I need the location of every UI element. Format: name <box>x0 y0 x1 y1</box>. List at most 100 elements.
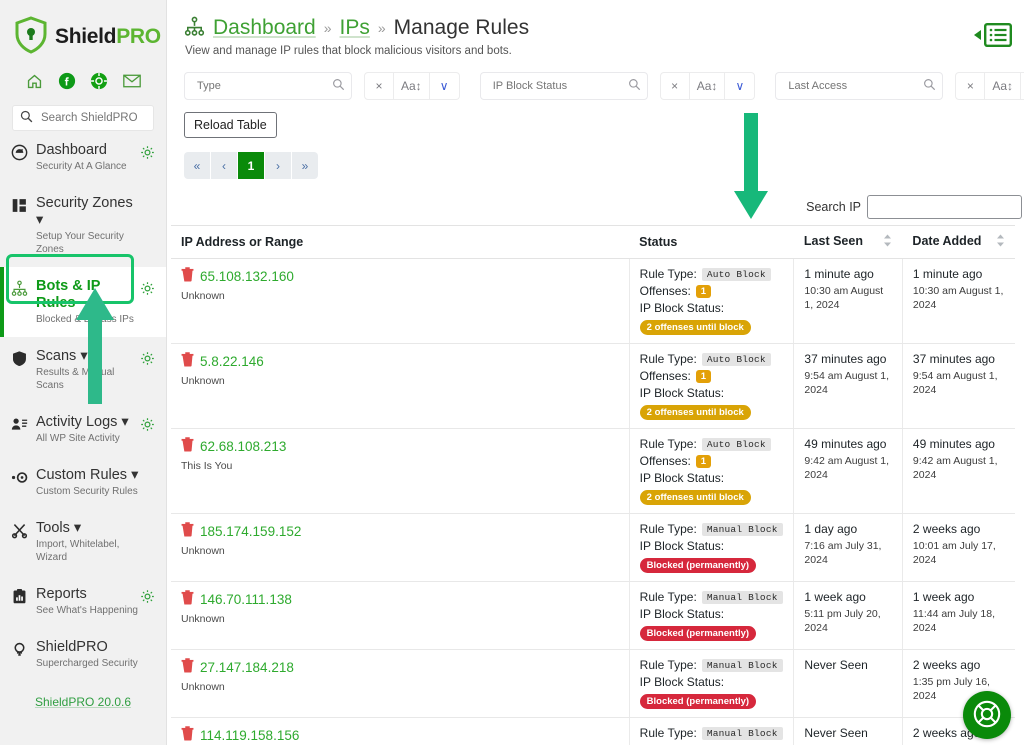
page-subtitle: View and manage IP rules that block mali… <box>185 45 512 57</box>
sidebar-item-sub: Results & Manual Scans <box>36 367 115 391</box>
ip-address[interactable]: 5.8.22.146 <box>200 354 264 369</box>
delete-icon[interactable] <box>181 590 194 608</box>
delete-icon[interactable] <box>181 437 194 455</box>
breadcrumb-item-ips[interactable]: IPs <box>340 16 370 40</box>
delete-icon[interactable] <box>181 522 194 540</box>
rule-type-line: Rule Type: Manual Block <box>640 726 784 743</box>
table-row[interactable]: 146.70.111.138 Unknown Rule Type: Manual Bl… <box>171 581 1015 650</box>
delete-icon[interactable] <box>181 352 194 370</box>
cell-last-seen: Never Seen <box>793 717 903 745</box>
expand-filter-button[interactable]: ∨ <box>429 72 460 100</box>
search-icon[interactable] <box>332 78 345 94</box>
list-panel-toggle-icon[interactable] <box>971 23 1012 47</box>
facebook-icon[interactable] <box>57 71 77 91</box>
date-added-relative: 49 minutes ago <box>912 437 995 451</box>
last-access-filter-field[interactable] <box>775 72 944 100</box>
delete-icon[interactable] <box>181 658 194 676</box>
sidebar-item-activity-logs[interactable]: Activity Logs ▾ All WP Site Activity <box>0 403 166 456</box>
table-row[interactable]: 5.8.22.146 Unknown Rule Type: Auto Block Off… <box>171 343 1015 429</box>
rule-type-label: Rule Type: <box>639 590 697 604</box>
breadcrumb-item-dashboard[interactable]: Dashboard <box>213 16 316 40</box>
sort-filter-button[interactable]: Aa↕ <box>985 72 1022 100</box>
type-filter-input[interactable] <box>195 79 332 93</box>
sidebar-item-bots-ip-rules[interactable]: Bots & IP Rules Blocked & Bypass IPs <box>0 267 166 337</box>
pagination-next[interactable]: › <box>265 152 291 179</box>
ip-block-status-filter-input[interactable] <box>490 79 628 93</box>
rule-type-label: Rule Type: <box>639 352 697 366</box>
expand-filter-button[interactable]: ∨ <box>725 72 756 100</box>
ip-address[interactable]: 146.70.111.138 <box>200 592 292 607</box>
cell-date-added: 49 minutes ago 9:42 am August 1, 2024 <box>901 428 1015 514</box>
table-row[interactable]: 114.119.158.156Unknown Rule Type: Manual B… <box>171 717 1015 745</box>
help-button[interactable] <box>963 691 1011 739</box>
shield-icon <box>11 348 33 370</box>
breadcrumb-item-current: Manage Rules <box>393 16 530 39</box>
sidebar-item-security-zones[interactable]: Security Zones ▾ Setup Your Security Zon… <box>0 184 166 267</box>
pagination-prev[interactable]: ‹ <box>211 152 237 179</box>
last-seen-relative: Never Seen <box>804 658 868 672</box>
delete-icon[interactable] <box>181 726 194 744</box>
last-seen-relative: 1 week ago <box>804 590 866 604</box>
envelope-icon[interactable] <box>122 71 142 91</box>
search-icon[interactable] <box>923 78 936 94</box>
sidebar-search[interactable] <box>12 105 154 131</box>
block-status-label: IP Block Status: <box>639 386 725 400</box>
ip-address[interactable]: 114.119.158.156 <box>200 728 299 743</box>
search-icon <box>20 110 33 126</box>
home-icon[interactable] <box>24 71 44 91</box>
pagination-first[interactable]: « <box>184 152 210 179</box>
sidebar-item-title: Bots & IP Rules <box>36 278 101 311</box>
pagination-page-1[interactable]: 1 <box>238 152 264 179</box>
sidebar-item-tools[interactable]: Tools ▾ Import, Whitelabel, Wizard <box>0 509 166 575</box>
scissors-icon <box>11 520 33 542</box>
ip-note: Unknown <box>181 375 225 387</box>
reload-table-button[interactable]: Reload Table <box>184 112 277 138</box>
cell-status: Rule Type: Auto Block Offenses: 1 IP Block S… <box>628 258 794 344</box>
cell-ip: 27.147.184.218 Unknown <box>171 649 630 718</box>
lifebuoy-icon[interactable] <box>89 71 109 91</box>
gear-icon[interactable] <box>140 348 158 369</box>
search-icon[interactable] <box>628 78 641 94</box>
gear-icon[interactable] <box>140 278 158 299</box>
pagination-last[interactable]: » <box>292 152 318 179</box>
sidebar-item-sub: All WP Site Activity <box>36 433 120 444</box>
search-ip-input[interactable] <box>867 195 1022 219</box>
sidebar-item-scans[interactable]: Scans ▾ Results & Manual Scans <box>0 337 166 403</box>
clear-filter-button[interactable]: × <box>364 72 394 100</box>
ip-address[interactable]: 185.174.159.152 <box>200 524 301 539</box>
sidebar-item-shieldpro[interactable]: ShieldPRO Supercharged Security <box>0 628 166 681</box>
brand-logo[interactable]: ShieldPRO <box>0 0 166 57</box>
sidebar-item-reports[interactable]: Reports See What's Happening <box>0 575 166 628</box>
sidebar-item-custom-rules[interactable]: Custom Rules ▾ Custom Security Rules <box>0 456 166 509</box>
sort-filter-button[interactable]: Aa↕ <box>689 72 726 100</box>
sort-arrows-icon[interactable] <box>996 234 1005 250</box>
sidebar-item-dashboard[interactable]: Dashboard Security At A Glance <box>0 131 166 184</box>
brand-name: ShieldPRO <box>55 25 161 49</box>
ip-address[interactable]: 62.68.108.213 <box>200 439 286 454</box>
table-row[interactable]: 27.147.184.218 Unknown Rule Type: Manual Bl… <box>171 649 1015 718</box>
sort-filter-button[interactable]: Aa↕ <box>394 72 430 100</box>
clear-filter-button[interactable]: × <box>955 72 986 100</box>
ip-block-status-filter-field[interactable] <box>479 72 648 100</box>
gear-icon[interactable] <box>140 586 158 607</box>
sidebar-item-sub: Import, Whitelabel, Wizard <box>36 539 120 563</box>
search-input[interactable] <box>39 111 146 125</box>
sidebar-item-text: ShieldPRO Supercharged Security <box>33 639 140 670</box>
gear-icon[interactable] <box>140 414 158 435</box>
search-ip-label: Search IP <box>806 200 861 214</box>
gear-icon[interactable] <box>140 142 158 163</box>
clear-filter-button[interactable]: × <box>659 72 690 100</box>
delete-icon[interactable] <box>181 267 194 285</box>
ip-address[interactable]: 27.147.184.218 <box>200 660 294 675</box>
last-access-filter-input[interactable] <box>786 79 924 93</box>
table-row[interactable]: 185.174.159.152 Unknown Rule Type: Manual B… <box>171 513 1015 582</box>
ip-address[interactable]: 65.108.132.160 <box>200 269 294 284</box>
version-label[interactable]: ShieldPRO 20.0.6 <box>0 681 166 709</box>
cell-date-added: 1 minute ago 10:30 am August 1, 2024 <box>901 258 1015 344</box>
column-header-last-seen[interactable]: Last Seen <box>793 225 903 259</box>
table-row[interactable]: 62.68.108.213 This Is You Rule Type: Auto B… <box>171 428 1015 514</box>
sort-arrows-icon[interactable] <box>883 234 892 250</box>
column-header-date-added[interactable]: Date Added <box>902 225 1015 259</box>
table-row[interactable]: 65.108.132.160 Unknown Rule Type: Auto Bloc… <box>171 258 1015 344</box>
type-filter-field[interactable] <box>184 72 352 100</box>
